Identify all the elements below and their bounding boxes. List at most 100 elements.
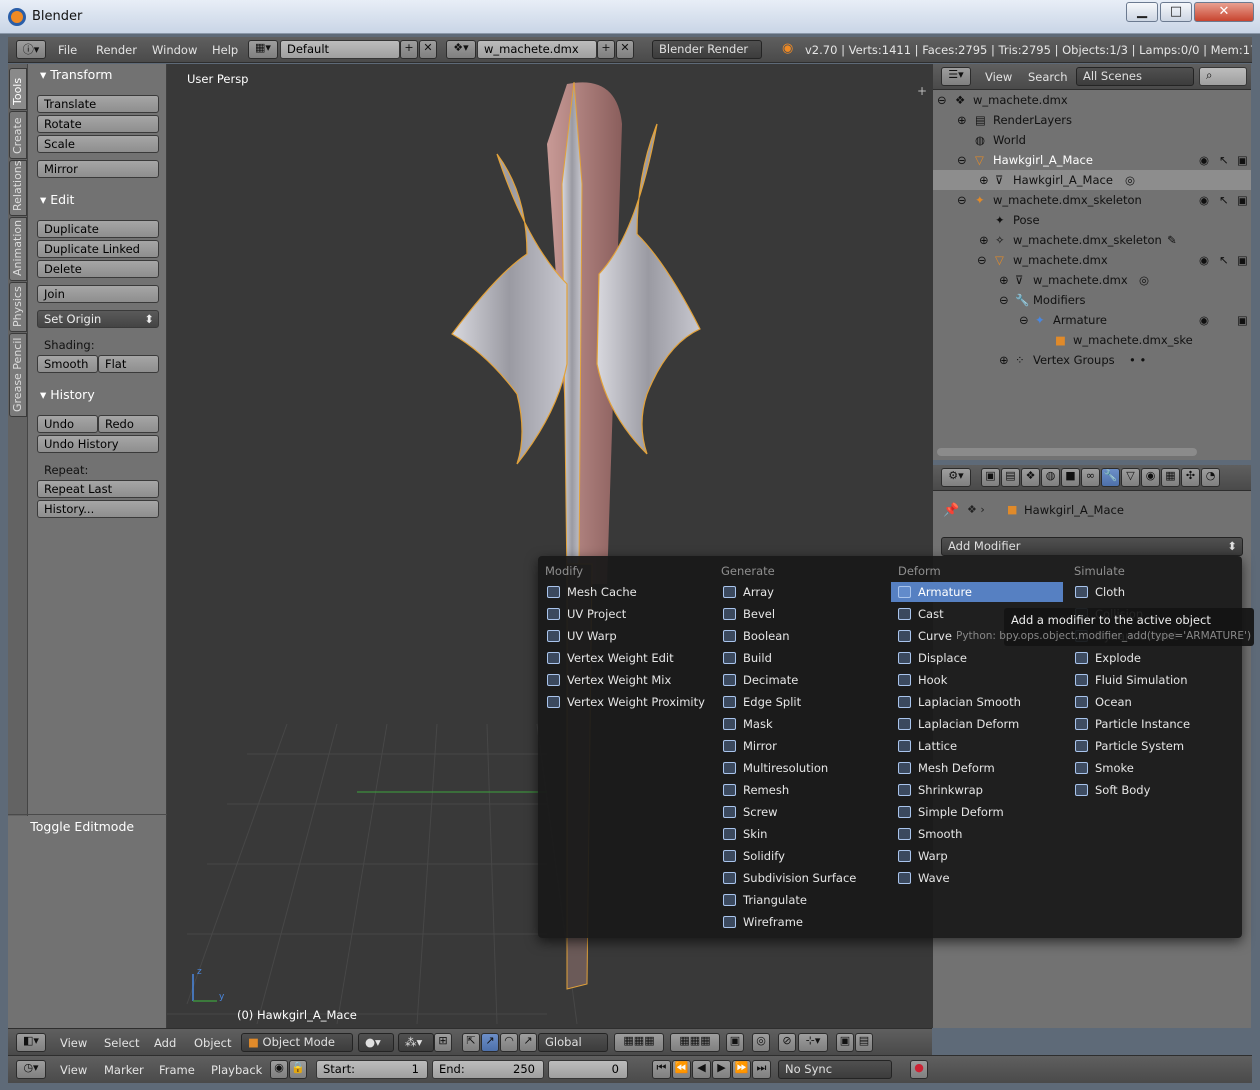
modifier-item-lattice[interactable]: Lattice bbox=[891, 736, 1063, 756]
scale-button[interactable]: Scale bbox=[37, 135, 159, 153]
lock-icon[interactable]: 🔒 bbox=[289, 1060, 307, 1079]
world-tab-icon[interactable]: ◍ bbox=[1041, 468, 1060, 487]
manipulator-toggle-icon[interactable]: ⊞ bbox=[434, 1033, 452, 1052]
tab-physics[interactable]: Physics bbox=[9, 282, 27, 332]
modifier-item-vertex-weight-proximity[interactable]: Vertex Weight Proximity bbox=[540, 692, 712, 712]
scene-add-icon[interactable]: + bbox=[597, 40, 615, 59]
layout-add-icon[interactable]: + bbox=[400, 40, 418, 59]
redo-button[interactable]: Redo bbox=[98, 415, 159, 433]
history-panel-header[interactable]: ▾ History bbox=[40, 387, 95, 402]
texture-tab-icon[interactable]: ▦ bbox=[1161, 468, 1180, 487]
modifier-item-bevel[interactable]: Bevel bbox=[716, 604, 888, 624]
modifier-item-vertex-weight-edit[interactable]: Vertex Weight Edit bbox=[540, 648, 712, 668]
modifier-item-explode[interactable]: Explode bbox=[1068, 648, 1240, 668]
modifier-item-shrinkwrap[interactable]: Shrinkwrap bbox=[891, 780, 1063, 800]
menu-window[interactable]: Window bbox=[152, 43, 197, 57]
delete-button[interactable]: Delete bbox=[37, 260, 159, 278]
modifier-item-solidify[interactable]: Solidify bbox=[716, 846, 888, 866]
timeline-frame-menu[interactable]: Frame bbox=[159, 1063, 195, 1077]
lock-icon[interactable]: ▣ bbox=[726, 1033, 744, 1052]
jump-end-icon[interactable]: ⏭ bbox=[752, 1060, 771, 1079]
modifier-item-subdivision-surface[interactable]: Subdivision Surface bbox=[716, 868, 888, 888]
modifier-item-mesh-deform[interactable]: Mesh Deform bbox=[891, 758, 1063, 778]
outliner-row[interactable]: ⊖ ✦ w_machete.dmx_skeleton ◉ ↖ ▣ bbox=[933, 190, 1251, 210]
proportional-edit-icon[interactable]: ◎ bbox=[752, 1033, 770, 1052]
layers-grid-icon[interactable]: ▦▦▦ bbox=[670, 1033, 720, 1052]
modifier-item-particle-instance[interactable]: Particle Instance bbox=[1068, 714, 1240, 734]
history-button[interactable]: History... bbox=[37, 500, 159, 518]
outliner-row[interactable]: ⊕ ⊽ w_machete.dmx ◎ bbox=[933, 270, 1251, 290]
join-button[interactable]: Join bbox=[37, 285, 159, 303]
modifier-item-laplacian-smooth[interactable]: Laplacian Smooth bbox=[891, 692, 1063, 712]
modifier-item-vertex-weight-mix[interactable]: Vertex Weight Mix bbox=[540, 670, 712, 690]
modifier-item-particle-system[interactable]: Particle System bbox=[1068, 736, 1240, 756]
outliner-row[interactable]: ✦ Pose bbox=[933, 210, 1251, 230]
timeline-playback-menu[interactable]: Playback bbox=[211, 1063, 262, 1077]
outliner-row[interactable]: ◍ World bbox=[933, 130, 1251, 150]
render-engine-select[interactable]: Blender Render bbox=[652, 40, 762, 59]
outliner-row[interactable]: ⊕ ▤ RenderLayers bbox=[933, 110, 1251, 130]
timeline-editor-icon[interactable]: ◷▾ bbox=[16, 1060, 46, 1079]
modifier-item-mirror[interactable]: Mirror bbox=[716, 736, 888, 756]
undo-history-button[interactable]: Undo History bbox=[37, 435, 159, 453]
layers-grid-icon[interactable]: ▦▦▦ bbox=[614, 1033, 664, 1052]
snap-toggle-icon[interactable]: ⊘ bbox=[778, 1033, 796, 1052]
modifier-item-skin[interactable]: Skin bbox=[716, 824, 888, 844]
modifier-item-multiresolution[interactable]: Multiresolution bbox=[716, 758, 888, 778]
render-anim-icon[interactable]: ▤ bbox=[855, 1033, 873, 1052]
auto-keying-icon[interactable]: ● bbox=[910, 1060, 928, 1079]
modifier-item-soft-body[interactable]: Soft Body bbox=[1068, 780, 1240, 800]
rotate-manipulator-icon[interactable]: ↗ bbox=[481, 1033, 499, 1052]
close-button[interactable]: ✕ bbox=[1194, 2, 1254, 22]
constraints-tab-icon[interactable]: ∞ bbox=[1081, 468, 1100, 487]
layout-remove-icon[interactable]: ✕ bbox=[419, 40, 437, 59]
outliner-search-input[interactable]: ⌕ bbox=[1199, 67, 1247, 86]
render-camera-icon[interactable]: ▣ bbox=[1237, 313, 1248, 327]
modifier-item-cloth[interactable]: Cloth bbox=[1068, 582, 1240, 602]
outliner-row[interactable]: ⊕ ⊽ Hawkgirl_A_Mace ◎ bbox=[933, 170, 1251, 190]
object-tab-icon[interactable]: ■ bbox=[1061, 468, 1080, 487]
modifier-item-screw[interactable]: Screw bbox=[716, 802, 888, 822]
modifier-item-ocean[interactable]: Ocean bbox=[1068, 692, 1240, 712]
jump-start-icon[interactable]: ⏮ bbox=[652, 1060, 671, 1079]
minimize-button[interactable]: ▁ bbox=[1126, 2, 1158, 22]
start-frame-field[interactable]: Start: 1 bbox=[316, 1060, 428, 1079]
menu-select[interactable]: Select bbox=[104, 1036, 139, 1050]
combined-manipulator-icon[interactable]: ↗ bbox=[519, 1033, 537, 1052]
record-keyframe-icon[interactable]: ◉ bbox=[270, 1060, 288, 1079]
modifier-item-smooth[interactable]: Smooth bbox=[891, 824, 1063, 844]
material-tab-icon[interactable]: ◉ bbox=[1141, 468, 1160, 487]
toggle-editmode-header[interactable]: ▾ Toggle Editmode bbox=[20, 819, 134, 834]
outliner-row[interactable]: ⊖ ▽ Hawkgirl_A_Mace ◉ ↖ ▣ bbox=[933, 150, 1251, 170]
outliner-editor-icon[interactable]: ☰▾ bbox=[941, 67, 971, 86]
modifier-item-simple-deform[interactable]: Simple Deform bbox=[891, 802, 1063, 822]
modifier-item-warp[interactable]: Warp bbox=[891, 846, 1063, 866]
layers-tab-icon[interactable]: ▤ bbox=[1001, 468, 1020, 487]
render-camera-icon[interactable]: ▣ bbox=[836, 1033, 854, 1052]
modifiers-tab-icon[interactable]: 🔧 bbox=[1101, 468, 1120, 487]
modifier-item-triangulate[interactable]: Triangulate bbox=[716, 890, 888, 910]
scene-remove-icon[interactable]: ✕ bbox=[616, 40, 634, 59]
outliner-row[interactable]: ⊕ ✧ w_machete.dmx_skeleton ✎ bbox=[933, 230, 1251, 250]
current-frame-field[interactable]: 0 bbox=[548, 1060, 628, 1079]
menu-view[interactable]: View bbox=[60, 1036, 87, 1050]
properties-editor-icon[interactable]: ⚙▾ bbox=[941, 468, 971, 487]
undo-button[interactable]: Undo bbox=[37, 415, 98, 433]
outliner-row[interactable]: ⊖ 🔧 Modifiers bbox=[933, 290, 1251, 310]
pivot-select[interactable]: ⁂▾ bbox=[398, 1033, 434, 1052]
modifier-item-boolean[interactable]: Boolean bbox=[716, 626, 888, 646]
data-tab-icon[interactable]: ▽ bbox=[1121, 468, 1140, 487]
modifier-item-smoke[interactable]: Smoke bbox=[1068, 758, 1240, 778]
visibility-eye-icon[interactable]: ◉ bbox=[1199, 313, 1209, 327]
render-camera-icon[interactable]: ▣ bbox=[1237, 153, 1248, 167]
modifier-item-fluid-simulation[interactable]: Fluid Simulation bbox=[1068, 670, 1240, 690]
modifier-item-uv-project[interactable]: UV Project bbox=[540, 604, 712, 624]
scene-icon[interactable]: ❖▾ bbox=[446, 40, 476, 59]
modifier-item-edge-split[interactable]: Edge Split bbox=[716, 692, 888, 712]
next-keyframe-icon[interactable]: ⏩ bbox=[732, 1060, 751, 1079]
visibility-eye-icon[interactable]: ◉ bbox=[1199, 193, 1209, 207]
menu-file[interactable]: File bbox=[58, 43, 77, 57]
smooth-shading-button[interactable]: Smooth bbox=[37, 355, 98, 373]
prev-keyframe-icon[interactable]: ⏪ bbox=[672, 1060, 691, 1079]
menu-render[interactable]: Render bbox=[96, 43, 137, 57]
